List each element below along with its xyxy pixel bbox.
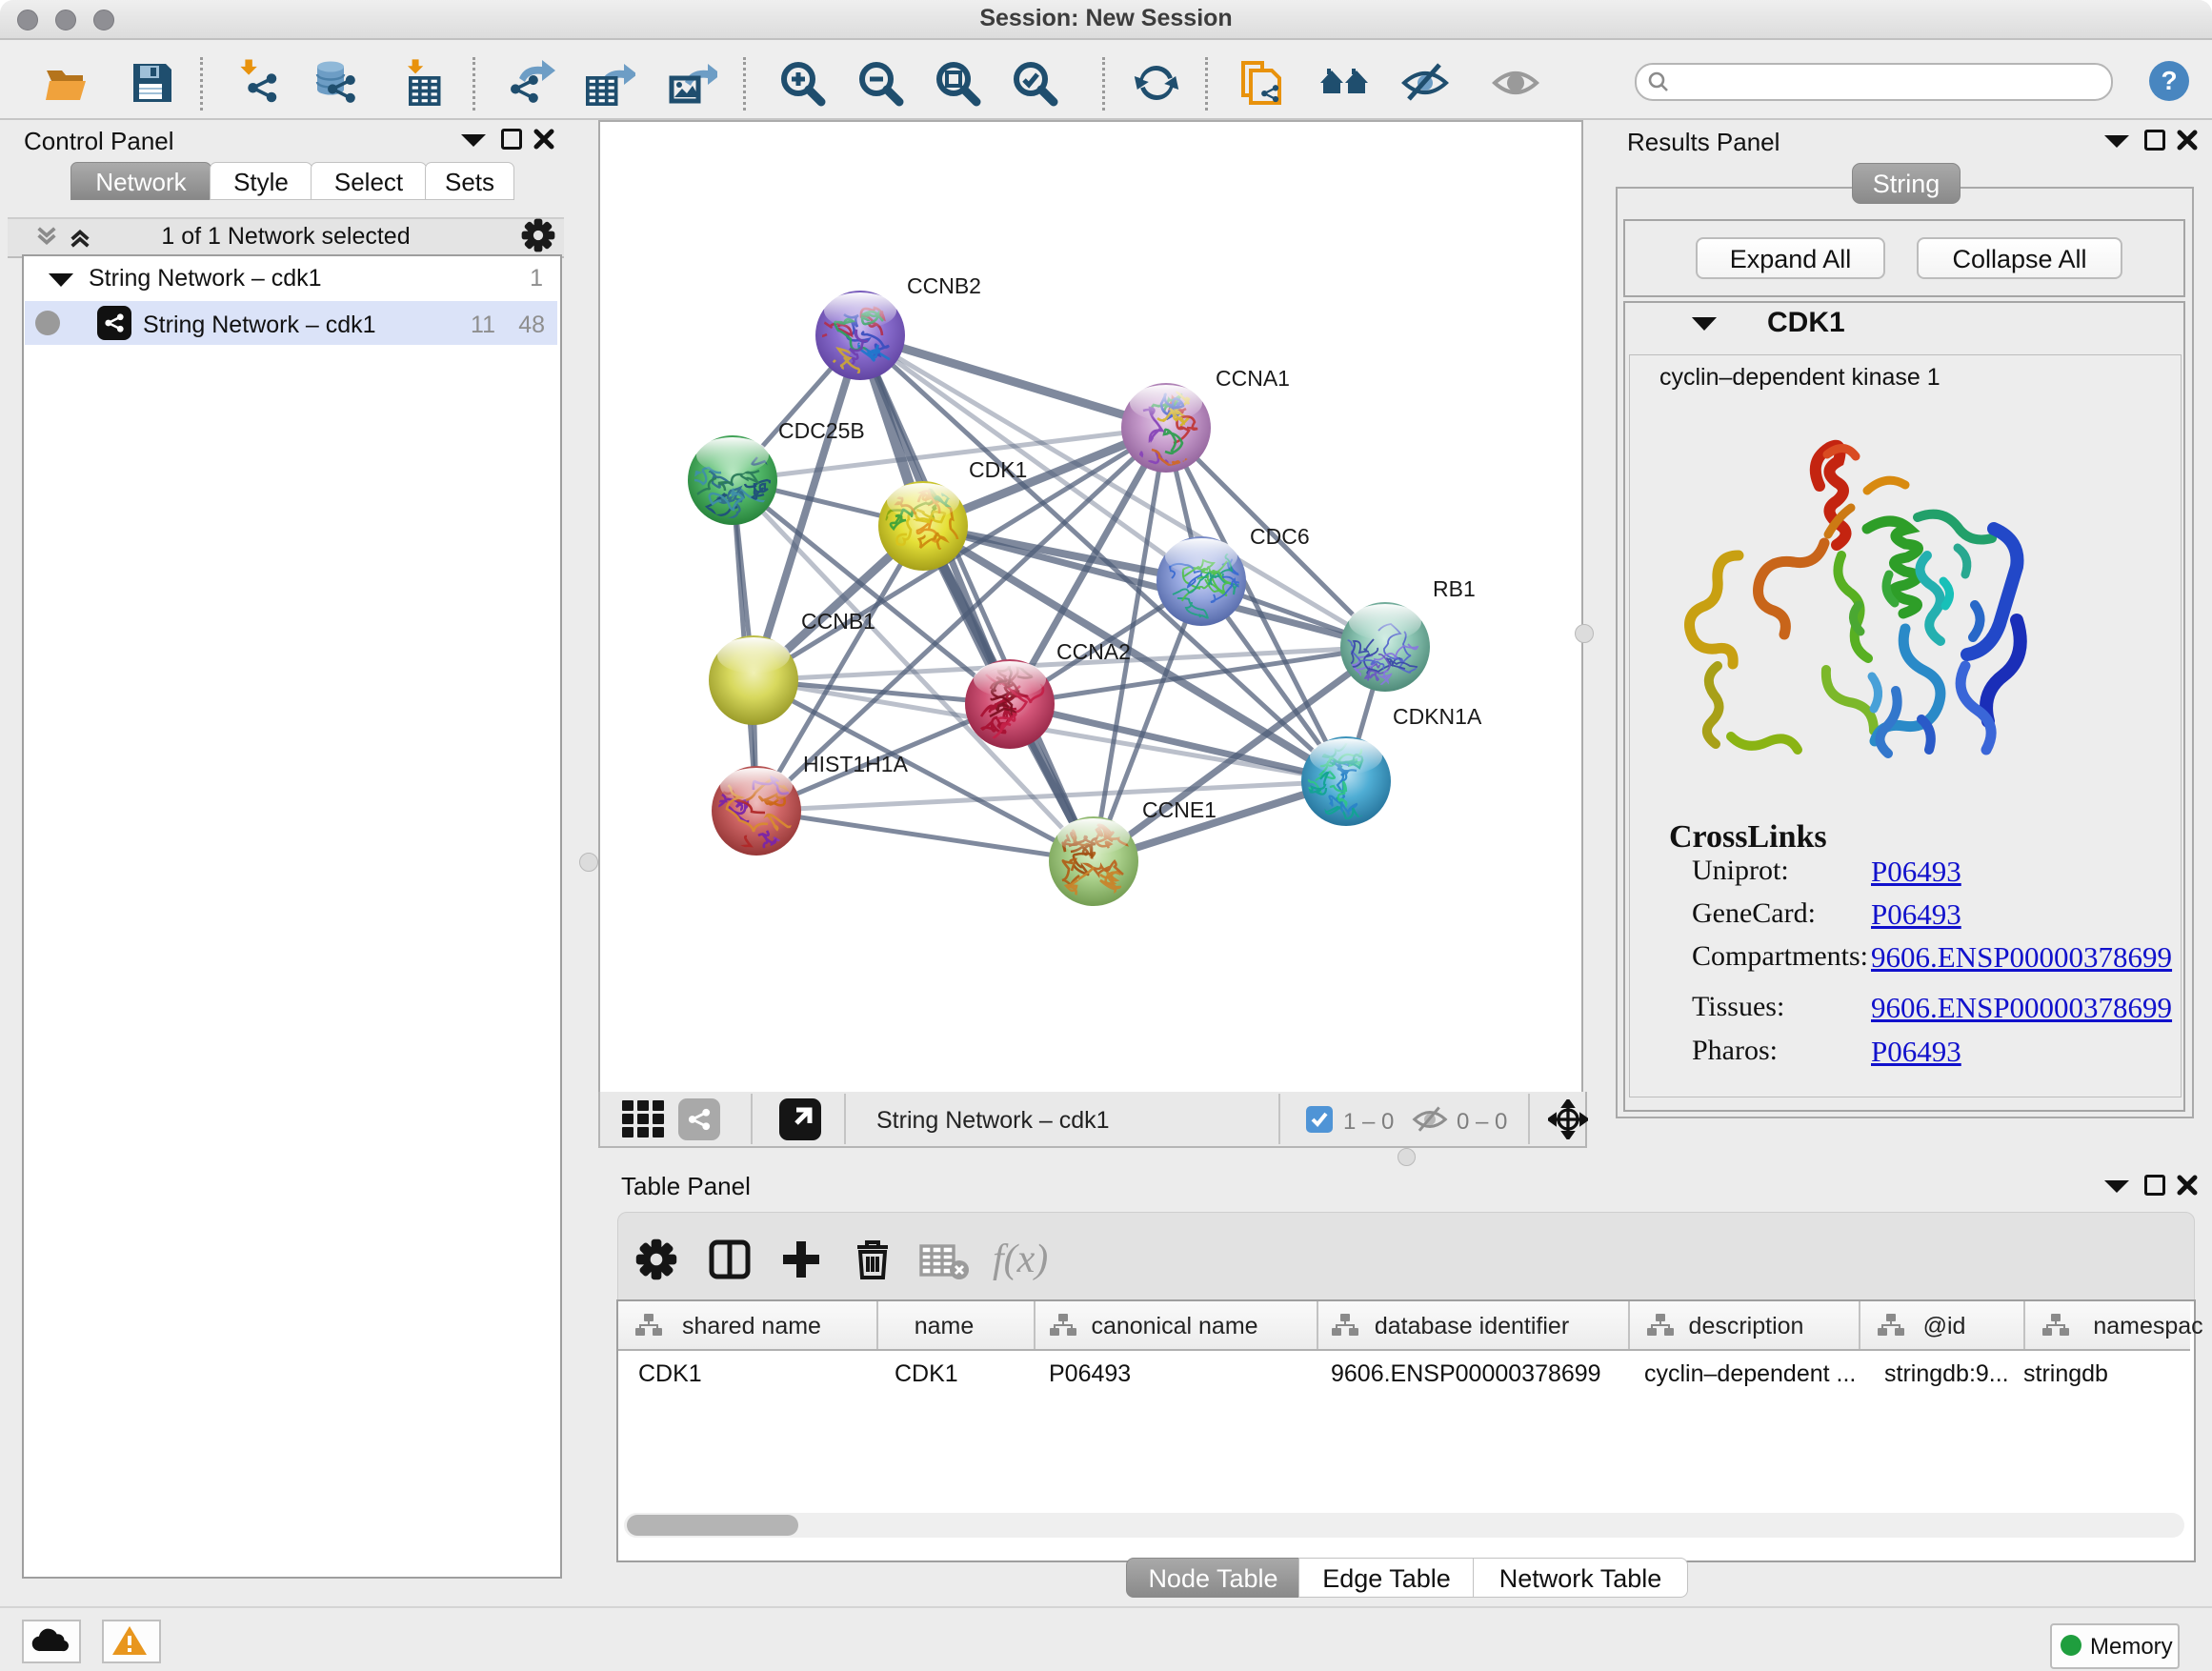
svg-text:CCNA1: CCNA1 (1216, 366, 1290, 391)
svg-text:RB1: RB1 (1433, 576, 1476, 601)
svg-text:CDKN1A: CDKN1A (1393, 704, 1482, 729)
svg-text:CDC6: CDC6 (1250, 524, 1310, 549)
svg-text:CCNA2: CCNA2 (1056, 639, 1131, 664)
svg-text:CDC25B: CDC25B (778, 418, 865, 443)
svg-text:CDK1: CDK1 (969, 457, 1027, 482)
svg-text:HIST1H1A: HIST1H1A (803, 752, 909, 776)
svg-text:CCNB1: CCNB1 (801, 609, 875, 634)
svg-text:CCNB2: CCNB2 (907, 273, 981, 298)
svg-text:CCNE1: CCNE1 (1142, 797, 1217, 822)
svg-text:?: ? (2161, 66, 2177, 95)
